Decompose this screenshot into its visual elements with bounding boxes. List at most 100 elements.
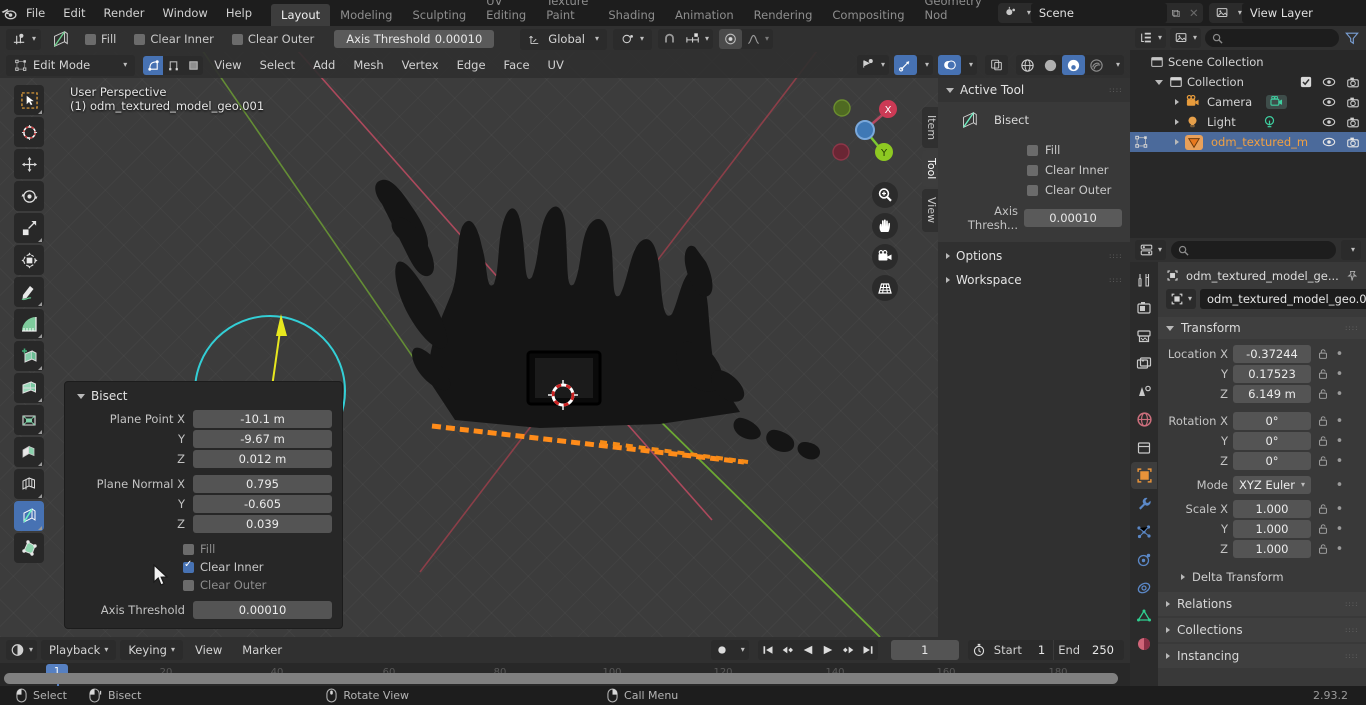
- tool-move[interactable]: [14, 149, 44, 179]
- location-z-row[interactable]: Z 6.149 m •: [1158, 384, 1366, 404]
- drag-grip-icon[interactable]: ::::: [1345, 654, 1358, 658]
- menu-help[interactable]: Help: [217, 3, 261, 23]
- workspace-tab-layout[interactable]: Layout: [271, 4, 330, 26]
- npanel-clear-inner-checkbox[interactable]: Clear Inner: [946, 160, 1122, 180]
- viewport-menu-face[interactable]: Face: [497, 55, 537, 75]
- properties-tab-data[interactable]: [1131, 602, 1157, 629]
- object-browse-dropdown[interactable]: ▾: [1166, 289, 1196, 309]
- drag-grip-icon[interactable]: ::::: [1109, 88, 1122, 92]
- workspace-tab-shading[interactable]: Shading: [598, 4, 665, 26]
- lock-icon[interactable]: [1316, 435, 1329, 447]
- properties-tab-render[interactable]: [1131, 294, 1157, 321]
- hide-in-viewport-eye-icon[interactable]: [1322, 76, 1336, 88]
- rotation-mode-row[interactable]: Mode XYZ Euler ▾ •: [1158, 475, 1366, 495]
- zoom-view-button[interactable]: [872, 182, 898, 208]
- properties-editor-type-dropdown[interactable]: ▾: [1135, 240, 1166, 260]
- chevron-right-icon[interactable]: [1175, 139, 1179, 145]
- animate-property-dot[interactable]: •: [1334, 347, 1345, 362]
- properties-tab-material[interactable]: [1131, 630, 1157, 657]
- properties-tab-collection[interactable]: [1131, 434, 1157, 461]
- jump-to-prev-keyframe-button[interactable]: [778, 640, 798, 660]
- tool-loop-cut[interactable]: [14, 469, 44, 499]
- tool-poly-build[interactable]: [14, 533, 44, 563]
- npanel-axis-threshold-field[interactable]: 0.00010: [1024, 209, 1122, 227]
- chevron-right-icon[interactable]: [1175, 99, 1179, 105]
- scale-x-field[interactable]: 1.000: [1233, 500, 1311, 518]
- tool-bevel[interactable]: [14, 437, 44, 467]
- animate-property-dot[interactable]: •: [1334, 502, 1345, 517]
- hide-in-viewport-eye-icon[interactable]: [1322, 136, 1336, 148]
- new-scene-button[interactable]: ⧉: [1167, 6, 1185, 21]
- outliner-search-input[interactable]: [1205, 29, 1339, 47]
- outliner-filter-id-dropdown[interactable]: ▾: [1170, 28, 1201, 48]
- tool-annotate[interactable]: [14, 277, 44, 307]
- tool-cursor[interactable]: [14, 117, 44, 147]
- timeline-ruler[interactable]: 20 40 60 80 100 120 140 160 180 1: [0, 663, 1130, 686]
- falloff-dropdown[interactable]: ▾: [742, 29, 773, 49]
- jump-to-start-button[interactable]: [758, 640, 778, 660]
- lock-icon[interactable]: [1316, 523, 1329, 535]
- overlays-toggle-button[interactable]: [938, 55, 961, 75]
- use-preview-range-button[interactable]: [968, 640, 990, 660]
- plane-point-z-row[interactable]: Z 0.012 m: [65, 449, 342, 469]
- plane-normal-z-field[interactable]: 0.039: [193, 515, 332, 533]
- workspace-tab-sculpting[interactable]: Sculpting: [402, 4, 476, 26]
- sidebar-tab-view[interactable]: View: [922, 189, 938, 231]
- scale-z-row[interactable]: Z 1.000 •: [1158, 539, 1366, 559]
- gizmo-dropdown[interactable]: ▾: [917, 55, 933, 75]
- redo-clear-outer-checkbox[interactable]: Clear Outer: [65, 576, 342, 594]
- redo-axis-threshold-field[interactable]: 0.00010: [193, 601, 332, 619]
- workspace-tab-texture-paint[interactable]: Texture Paint: [536, 0, 598, 26]
- lock-icon[interactable]: [1316, 503, 1329, 515]
- plane-point-y-row[interactable]: Y -9.67 m: [65, 429, 342, 449]
- timeline-menu-view[interactable]: View: [187, 640, 230, 660]
- pin-icon[interactable]: [1346, 269, 1358, 283]
- chevron-down-icon[interactable]: [1155, 80, 1163, 85]
- npanel-clear-outer-checkbox[interactable]: Clear Outer: [946, 180, 1122, 202]
- overlays-dropdown[interactable]: ▾: [961, 55, 977, 75]
- hide-in-viewport-eye-icon[interactable]: [1322, 96, 1336, 108]
- properties-options-dropdown[interactable]: ▾: [1341, 240, 1361, 260]
- properties-tab-world[interactable]: [1131, 406, 1157, 433]
- lock-icon[interactable]: [1316, 455, 1329, 467]
- properties-tab-constraints[interactable]: [1131, 574, 1157, 601]
- menu-window[interactable]: Window: [153, 3, 216, 23]
- vertex-select-mode-button[interactable]: [143, 56, 163, 75]
- animate-property-dot[interactable]: •: [1334, 454, 1345, 469]
- fill-checkbox[interactable]: Fill: [85, 32, 116, 46]
- view-layer-name[interactable]: View Layer: [1242, 3, 1366, 23]
- workspace-panel-header[interactable]: Workspace ::::: [938, 268, 1130, 292]
- plane-normal-x-row[interactable]: Plane Normal X 0.795: [65, 474, 342, 494]
- tool-rotate[interactable]: [14, 181, 44, 211]
- navigation-gizmo[interactable]: X Y: [820, 90, 910, 170]
- tool-bisect[interactable]: [14, 501, 44, 531]
- auto-keying-dropdown[interactable]: ▾: [733, 640, 749, 660]
- play-reverse-button[interactable]: [798, 640, 818, 660]
- tool-transform[interactable]: [14, 245, 44, 275]
- workspace-tab-modeling[interactable]: Modeling: [330, 4, 402, 26]
- properties-tab-view-layer[interactable]: [1131, 350, 1157, 377]
- viewport-menu-uv[interactable]: UV: [541, 55, 571, 75]
- tool-settings-menu[interactable]: ▾: [6, 29, 41, 50]
- outliner-display-mode-dropdown[interactable]: ▾: [1135, 28, 1166, 48]
- viewport-menu-select[interactable]: Select: [253, 55, 302, 75]
- outliner-row-collection[interactable]: Collection: [1130, 72, 1366, 92]
- solid-shading-button[interactable]: [1039, 55, 1062, 75]
- chevron-right-icon[interactable]: [1175, 119, 1179, 125]
- relations-section-header[interactable]: Relations ::::: [1158, 592, 1366, 616]
- disable-in-render-camera-icon[interactable]: [1346, 96, 1360, 108]
- plane-point-z-field[interactable]: 0.012 m: [193, 450, 332, 468]
- timeline-editor-type-dropdown[interactable]: ▾: [6, 640, 37, 660]
- tool-add-cube[interactable]: [14, 341, 44, 371]
- animate-property-dot[interactable]: •: [1334, 542, 1345, 557]
- proportional-editing-toggle[interactable]: [719, 29, 742, 49]
- plane-normal-y-field[interactable]: -0.605: [193, 495, 332, 513]
- viewport-menu-edge[interactable]: Edge: [450, 55, 493, 75]
- collections-section-header[interactable]: Collections ::::: [1158, 618, 1366, 642]
- outliner-row-light[interactable]: Light: [1130, 112, 1366, 132]
- properties-tab-output[interactable]: [1131, 322, 1157, 349]
- outliner-row-camera[interactable]: Camera: [1130, 92, 1366, 112]
- workspace-tab-compositing[interactable]: Compositing: [822, 4, 914, 26]
- viewport-menu-vertex[interactable]: Vertex: [395, 55, 446, 75]
- outliner-row-odm-textured-model[interactable]: odm_textured_m: [1130, 132, 1366, 152]
